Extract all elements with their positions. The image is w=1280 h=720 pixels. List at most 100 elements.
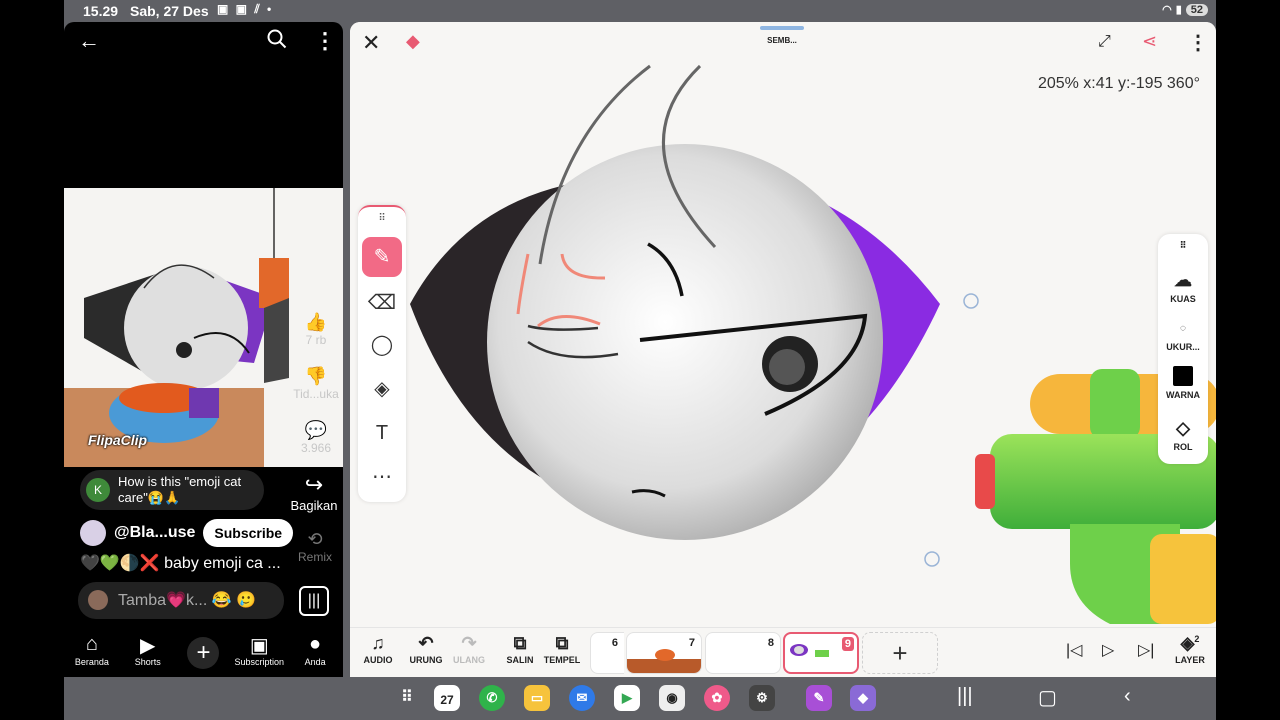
flipaclip-app-icon[interactable]: ✎ xyxy=(806,685,832,711)
nav-beranda[interactable]: ⌂ Beranda xyxy=(64,627,120,677)
remix-icon: ⟲ xyxy=(307,529,323,549)
short-video-player[interactable]: FlipaClip 👍 7 rb 👎 Tid...uka 💬 3.966 xyxy=(64,188,343,467)
nav-anda[interactable]: ● Anda xyxy=(287,627,343,677)
more-vertical-icon[interactable]: ⋮ xyxy=(1188,30,1208,55)
undo-button[interactable]: ↶ URUNG xyxy=(404,633,448,665)
drawing-canvas[interactable] xyxy=(350,64,1216,624)
apps-grid-icon[interactable]: ⠿ xyxy=(394,685,420,711)
tablet-screen: 15.29 Sab, 27 Des ▣ ▣ ⫽ • ◠ ▮ 52 ← ⋮ Fli… xyxy=(64,0,1216,720)
paste-icon: ⧉ xyxy=(555,633,569,653)
game-app-icon[interactable]: ◆ xyxy=(850,685,876,711)
back-arrow-icon[interactable]: ← xyxy=(78,28,100,54)
dislike-label: Tid...uka xyxy=(293,387,339,401)
play-icon[interactable]: ▷ xyxy=(1102,640,1114,660)
timeline-bar: ♫ AUDIO ↶ URUNG ↷ ULANG ⧉ SALIN ⧉ TEMPEL… xyxy=(350,627,1216,677)
back-nav-icon[interactable]: ‹ xyxy=(1124,685,1131,708)
play-store-icon[interactable]: ▶ xyxy=(614,685,640,711)
more-tools-icon[interactable]: ⋯ xyxy=(362,457,402,497)
first-frame-icon[interactable]: |◁ xyxy=(1066,640,1082,660)
youtube-topbar: ← ⋮ xyxy=(64,22,343,66)
ruler-icon: ◇ xyxy=(1176,418,1190,438)
home-icon: ⌂ xyxy=(85,633,98,655)
messages-app-icon[interactable]: ✉ xyxy=(569,685,595,711)
comment-icon: 💬 xyxy=(304,420,328,440)
plus-icon: + xyxy=(187,637,220,669)
frame-thumbnail[interactable]: 8 xyxy=(705,632,781,674)
undo-label: URUNG xyxy=(409,655,443,665)
video-description[interactable]: K How is this "emoji cat care"😭🙏 xyxy=(80,470,264,510)
nav-shorts[interactable]: ▶ Shorts xyxy=(120,627,176,677)
share-label: Bagikan xyxy=(290,498,338,513)
more-vertical-icon[interactable]: ⋮ xyxy=(314,28,336,54)
frame-thumbnail[interactable]: 7 xyxy=(626,632,702,674)
lasso-tool-icon[interactable]: ◯ xyxy=(362,325,402,365)
calendar-app-icon[interactable]: 27 xyxy=(434,685,460,711)
youtube-bottom-nav: ⌂ Beranda ▶ Shorts + ▣ Subscription ● An… xyxy=(64,627,343,677)
scene-selector[interactable]: SEMB... xyxy=(758,26,806,45)
nav-label: Beranda xyxy=(74,657,109,667)
thumbs-up-icon: 👍 xyxy=(304,312,328,332)
color-button[interactable]: WARNA xyxy=(1158,366,1208,400)
close-icon[interactable]: ✕ xyxy=(362,30,380,56)
comments-button[interactable]: 💬 3.966 xyxy=(286,420,343,455)
dislike-button[interactable]: 👎 Tid...uka xyxy=(286,366,343,401)
frame-thumbnail-selected[interactable]: 9 xyxy=(783,632,859,674)
audio-label: AUDIO xyxy=(363,655,393,665)
nav-subscription[interactable]: ▣ Subscription xyxy=(231,627,287,677)
shorts-icon: ▶ xyxy=(140,635,156,657)
settings-gear-icon[interactable]: ⚙ xyxy=(749,685,775,711)
channel-avatar[interactable] xyxy=(80,520,106,546)
premium-gem-icon[interactable]: ◆ xyxy=(406,31,420,52)
files-app-icon[interactable]: ▭ xyxy=(524,685,550,711)
status-bar: 15.29 Sab, 27 Des ▣ ▣ ⫽ • ◠ ▮ 52 xyxy=(64,0,1216,22)
recents-nav-icon[interactable]: ||| xyxy=(957,685,973,708)
text-tool-icon[interactable]: T xyxy=(362,413,402,453)
share-icon[interactable]: ⋖ xyxy=(1142,31,1157,52)
copy-icon: ⧉ xyxy=(513,633,527,653)
brush-label: KUAS xyxy=(1170,294,1196,304)
frame-thumbnail[interactable]: 6 xyxy=(590,632,624,674)
drag-handle-icon[interactable]: ⠿ xyxy=(1158,240,1208,251)
audio-button[interactable]: ♫ AUDIO xyxy=(356,633,400,665)
fullscreen-icon[interactable]: ⤢ xyxy=(1098,33,1111,51)
copy-label: SALIN xyxy=(506,655,534,665)
drawing-app-pane: ✕ ◆ SEMB... ⤢ ⋖ ⋮ 205% x:41 y:-195 360° … xyxy=(350,22,1216,677)
share-arrow-icon: ↪ xyxy=(304,472,324,497)
share-button[interactable]: ↪ Bagikan xyxy=(286,472,342,513)
youtube-shorts-pane: ← ⋮ FlipaClip 👍 7 rb 👎 Tid...uka 💬 3.966… xyxy=(64,22,343,677)
camera-app-icon[interactable]: ◉ xyxy=(659,685,685,711)
phone-app-icon[interactable]: ✆ xyxy=(479,685,505,711)
canvas-coordinates: 205% x:41 y:-195 360° xyxy=(1037,75,1200,92)
layer-button[interactable]: ◈2 LAYER xyxy=(1168,633,1212,665)
home-nav-icon[interactable]: ▢ xyxy=(1038,685,1057,710)
comment-input[interactable]: Tamba💗k... 😂 🥲 xyxy=(78,582,284,619)
eraser-tool-icon[interactable]: ⌫ xyxy=(362,283,402,323)
video-title[interactable]: 🖤💚🌗❌ baby emoji ca ... xyxy=(80,553,290,573)
channel-row: @Bla...use Subscribe xyxy=(80,519,294,547)
channel-name[interactable]: @Bla...use xyxy=(114,524,195,542)
add-frame-button[interactable]: + xyxy=(862,632,938,674)
brush-size-button[interactable]: ◌ UKUR... xyxy=(1158,318,1208,352)
last-frame-icon[interactable]: ▷| xyxy=(1138,640,1154,660)
brush-type-button[interactable]: ☁ KUAS xyxy=(1158,270,1208,304)
redo-button[interactable]: ↷ ULANG xyxy=(447,633,491,665)
subscription-icon: ▣ xyxy=(249,635,269,657)
search-icon[interactable] xyxy=(267,29,287,55)
nav-label: Anda xyxy=(304,657,326,667)
brush-tool-icon[interactable]: ✎ xyxy=(362,237,402,277)
like-button[interactable]: 👍 7 rb xyxy=(286,312,343,347)
gallery-app-icon[interactable]: ✿ xyxy=(704,685,730,711)
remix-button[interactable]: ⟲ Remix xyxy=(290,529,340,564)
copy-button[interactable]: ⧉ SALIN xyxy=(498,633,542,665)
calendar-day: 27 xyxy=(440,693,454,707)
status-time: 15.29 xyxy=(83,3,119,19)
paste-button[interactable]: ⧉ TEMPEL xyxy=(540,633,584,665)
subscribe-button[interactable]: Subscribe xyxy=(203,519,294,547)
frame-number: 7 xyxy=(688,637,695,649)
sound-wave-icon[interactable]: ||| xyxy=(299,586,329,616)
nav-create[interactable]: + xyxy=(176,627,232,677)
ruler-button[interactable]: ◇ ROL xyxy=(1158,418,1208,452)
drag-handle-icon[interactable]: ⠿ xyxy=(358,213,406,224)
fill-bucket-icon[interactable]: ◈ xyxy=(362,369,402,409)
scene-indicator xyxy=(760,26,804,30)
